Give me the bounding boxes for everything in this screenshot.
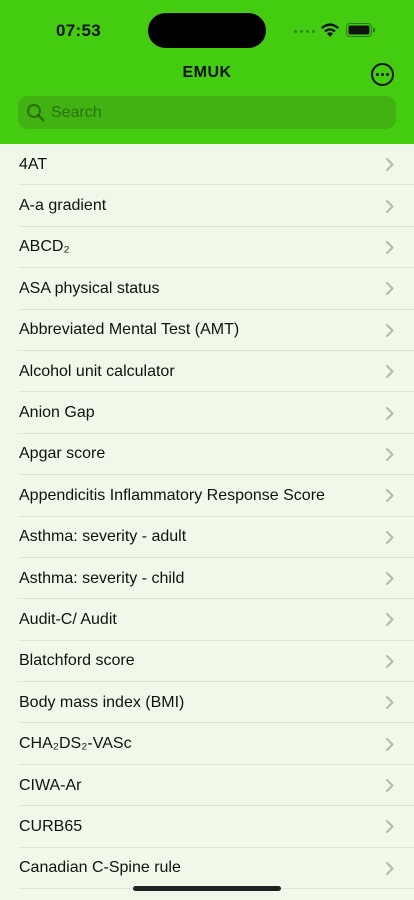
dynamic-island bbox=[148, 13, 266, 48]
signal-dots-icon bbox=[294, 30, 315, 33]
list-item-label: CURB65 bbox=[19, 817, 83, 835]
list-item-label: Blatchford score bbox=[19, 652, 135, 670]
list-item[interactable]: CURB65 bbox=[0, 806, 414, 849]
chevron-right-icon bbox=[386, 406, 394, 420]
chevron-right-icon bbox=[386, 654, 394, 668]
list-item-label: Asthma: severity - adult bbox=[19, 528, 187, 546]
list-item[interactable]: Canadian C-Spine rule bbox=[0, 848, 414, 890]
list-item[interactable]: Anion Gap bbox=[0, 392, 414, 435]
list-item-label: A-a gradient bbox=[19, 197, 107, 215]
list-item-label: CIWA-Ar bbox=[19, 776, 82, 794]
list-item[interactable]: Alcohol unit calculator bbox=[0, 351, 414, 393]
calculator-list: 4AT A-a gradient ABCD₂ ASA physical stat… bbox=[0, 144, 414, 890]
chevron-right-icon bbox=[386, 158, 394, 172]
list-item[interactable]: Asthma: severity - child bbox=[0, 558, 414, 600]
chevron-right-icon bbox=[386, 282, 394, 296]
list-item-label: Appendicitis Inflammatory Response Score bbox=[19, 486, 325, 504]
list-item[interactable]: Audit-C/ Audit bbox=[0, 599, 414, 642]
chevron-right-icon bbox=[386, 613, 394, 627]
list-item-label: CHA₂DS₂-VASc bbox=[19, 735, 132, 753]
list-item[interactable]: CHA₂DS₂-VASc bbox=[0, 723, 414, 766]
list-item[interactable]: ABCD₂ bbox=[0, 227, 414, 269]
status-time: 07:53 bbox=[56, 21, 101, 40]
list-item[interactable]: Appendicitis Inflammatory Response Score bbox=[0, 475, 414, 517]
list-item[interactable]: CIWA-Ar bbox=[0, 765, 414, 807]
chevron-right-icon bbox=[386, 489, 394, 503]
wifi-icon bbox=[321, 23, 339, 37]
list-item-label: ASA physical status bbox=[19, 279, 160, 297]
list-item-label: Canadian C-Spine rule bbox=[19, 859, 181, 877]
chevron-right-icon bbox=[386, 572, 394, 586]
header: 07:53 EMUK Search bbox=[0, 0, 414, 144]
search-placeholder: Search bbox=[51, 103, 102, 121]
list-item[interactable]: A-a gradient bbox=[0, 185, 414, 228]
list-item-label: ABCD₂ bbox=[19, 238, 70, 256]
chevron-right-icon bbox=[386, 365, 394, 379]
chevron-right-icon bbox=[386, 820, 394, 834]
chevron-right-icon bbox=[386, 199, 394, 213]
chevron-right-icon bbox=[386, 530, 394, 544]
list-item-label: Audit-C/ Audit bbox=[19, 610, 117, 628]
chevron-right-icon bbox=[386, 447, 394, 461]
list-item-label: Asthma: severity - child bbox=[19, 569, 185, 587]
battery-icon bbox=[346, 23, 375, 37]
search-input[interactable]: Search bbox=[18, 96, 396, 129]
list-item[interactable]: 4AT bbox=[0, 144, 414, 186]
chevron-right-icon bbox=[386, 779, 394, 793]
list-item-label: 4AT bbox=[19, 155, 48, 173]
chevron-right-icon bbox=[386, 323, 394, 337]
list-item-label: Body mass index (BMI) bbox=[19, 693, 185, 711]
chevron-right-icon bbox=[386, 737, 394, 751]
list-item-label: Anion Gap bbox=[19, 404, 95, 422]
more-options-icon[interactable] bbox=[371, 63, 394, 86]
list-item-label: Apgar score bbox=[19, 445, 106, 463]
chevron-right-icon bbox=[386, 696, 394, 710]
chevron-right-icon bbox=[386, 240, 394, 254]
home-indicator[interactable] bbox=[133, 886, 281, 891]
list-item-label: Alcohol unit calculator bbox=[19, 362, 175, 380]
list-item[interactable]: ASA physical status bbox=[0, 268, 414, 310]
list-item[interactable]: Abbreviated Mental Test (AMT) bbox=[0, 310, 414, 352]
search-icon bbox=[27, 103, 45, 122]
list-item[interactable]: Blatchford score bbox=[0, 641, 414, 683]
list-item-label: Abbreviated Mental Test (AMT) bbox=[19, 321, 240, 339]
chevron-right-icon bbox=[386, 861, 394, 875]
list-item[interactable]: Body mass index (BMI) bbox=[0, 682, 414, 724]
list-item[interactable]: Apgar score bbox=[0, 434, 414, 476]
page-title: EMUK bbox=[182, 64, 232, 81]
list-item[interactable]: Asthma: severity - adult bbox=[0, 517, 414, 559]
